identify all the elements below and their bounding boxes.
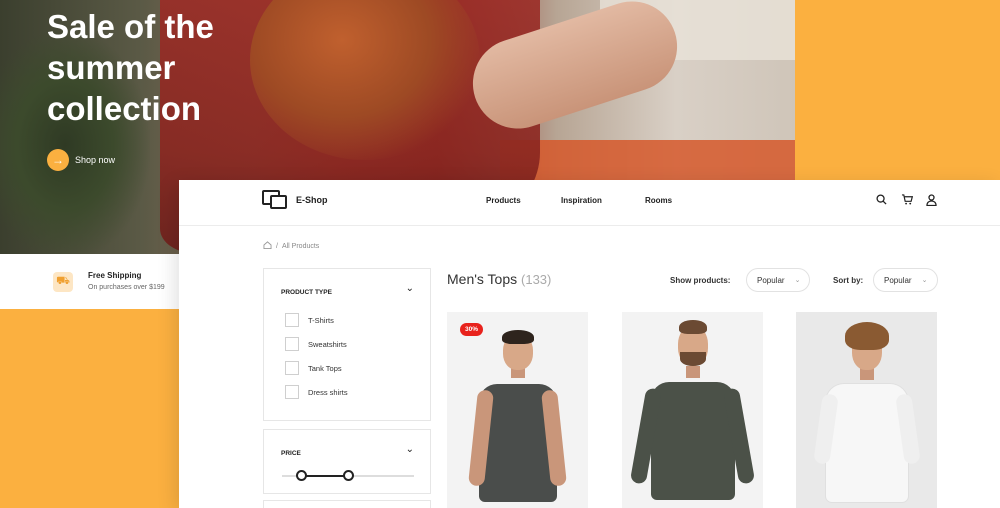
- product-card[interactable]: 30%: [447, 312, 588, 508]
- product-count: (133): [521, 272, 552, 287]
- chevron-down-icon[interactable]: ⌄: [406, 444, 414, 455]
- nav-products[interactable]: Products: [486, 196, 521, 205]
- sort-by-select[interactable]: Popular ⌄: [873, 268, 938, 292]
- price-range-fill: [301, 475, 349, 477]
- filter-option-label: Sweatshirts: [308, 339, 347, 349]
- free-shipping-card: ⛟ Free Shipping On purchases over $199: [0, 254, 180, 309]
- show-products-label: Show products:: [670, 276, 731, 285]
- discount-badge: 30%: [460, 323, 484, 336]
- nav-rooms[interactable]: Rooms: [645, 196, 672, 205]
- shop-page: E-Shop Products Inspiration Rooms / All …: [179, 180, 1000, 508]
- product-type-filter: PRODUCT TYPE ⌄ T-Shirts Sweatshirts Tank…: [263, 268, 431, 421]
- select-value: Popular: [884, 275, 912, 285]
- breadcrumb-current[interactable]: All Products: [282, 243, 319, 250]
- filter-option-sweatshirts[interactable]: Sweatshirts: [285, 337, 347, 351]
- filter-title: PRODUCT TYPE: [281, 289, 332, 296]
- category-name: Men's Tops: [447, 271, 518, 287]
- filter-option-dress-shirts[interactable]: Dress shirts: [285, 385, 348, 399]
- sort-by-label: Sort by:: [833, 276, 864, 285]
- product-card[interactable]: [796, 312, 937, 508]
- filter-option-label: T-Shirts: [308, 315, 334, 325]
- checkbox[interactable]: [285, 337, 299, 351]
- price-min-handle[interactable]: [296, 470, 307, 481]
- checkbox[interactable]: [285, 385, 299, 399]
- checkbox[interactable]: [285, 361, 299, 375]
- select-value: Popular: [757, 275, 785, 285]
- product-image: [650, 382, 735, 500]
- checkbox[interactable]: [285, 313, 299, 327]
- truck-icon: ⛟: [53, 272, 73, 292]
- filter-option-label: Dress shirts: [308, 387, 348, 397]
- shipping-title: Free Shipping: [88, 271, 142, 280]
- home-icon[interactable]: [263, 241, 272, 251]
- brand-logo[interactable]: E-Shop: [262, 190, 328, 210]
- arrow-right-icon: →: [47, 149, 69, 171]
- show-products-select[interactable]: Popular ⌄: [746, 268, 810, 292]
- user-icon[interactable]: [925, 193, 938, 206]
- nav-inspiration[interactable]: Inspiration: [561, 196, 602, 205]
- listing-title: Men's Tops (133): [447, 271, 551, 287]
- chevron-down-icon: ⌄: [794, 277, 801, 284]
- search-icon[interactable]: [875, 193, 888, 206]
- price-range-slider[interactable]: [282, 470, 414, 481]
- logo-mark-icon: [262, 190, 288, 210]
- background-awning: [500, 140, 795, 180]
- top-navbar: E-Shop Products Inspiration Rooms: [179, 180, 1000, 226]
- shop-now-label: Shop now: [75, 155, 116, 165]
- filter-option-label: Tank Tops: [308, 363, 342, 373]
- price-max-handle[interactable]: [343, 470, 354, 481]
- brand-name: E-Shop: [296, 195, 328, 205]
- chevron-down-icon[interactable]: ⌄: [406, 283, 414, 294]
- breadcrumb: / All Products: [263, 241, 319, 251]
- cart-icon[interactable]: [900, 193, 913, 206]
- filter-option-tank-tops[interactable]: Tank Tops: [285, 361, 342, 375]
- filter-option-tshirts[interactable]: T-Shirts: [285, 313, 334, 327]
- breadcrumb-separator: /: [276, 242, 278, 250]
- shipping-subtitle: On purchases over $199: [88, 284, 165, 291]
- chevron-down-icon: ⌄: [921, 277, 928, 284]
- shop-now-button[interactable]: → Shop now: [47, 149, 115, 171]
- product-card[interactable]: [622, 312, 763, 508]
- hero-title: Sale of the summer collection: [47, 8, 214, 127]
- filter-title: PRICE: [281, 450, 301, 457]
- price-filter: PRICE ⌄: [263, 429, 431, 494]
- next-filter[interactable]: [263, 500, 431, 508]
